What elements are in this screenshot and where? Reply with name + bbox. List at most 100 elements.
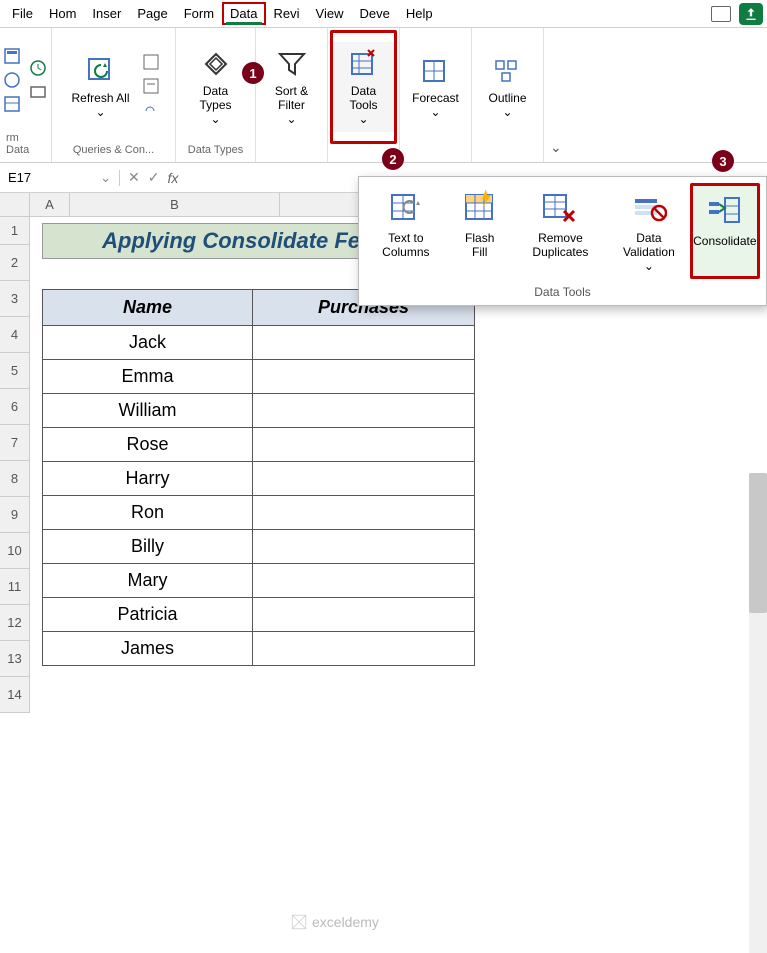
row-header[interactable]: 5 bbox=[0, 353, 30, 389]
ribbon-group-datatools: Data Tools ⌄ bbox=[328, 28, 400, 162]
cell-name[interactable]: William bbox=[43, 394, 253, 428]
chevron-down-icon: ⌄ bbox=[210, 112, 220, 126]
popup-group-label: Data Tools bbox=[359, 281, 766, 301]
chevron-down-icon: ⌄ bbox=[644, 259, 654, 273]
row-header[interactable]: 8 bbox=[0, 461, 30, 497]
cell-purchases[interactable] bbox=[253, 632, 475, 666]
cancel-icon[interactable]: ✕ bbox=[128, 169, 140, 186]
column-header[interactable]: B bbox=[70, 193, 280, 217]
data-types-button[interactable]: Data Types ⌄ bbox=[182, 42, 249, 132]
menu-data[interactable]: Data bbox=[222, 2, 265, 25]
menu-insert[interactable]: Inser bbox=[84, 2, 129, 25]
menu-review[interactable]: Revi bbox=[266, 2, 308, 25]
cell-purchases[interactable] bbox=[253, 496, 475, 530]
menu-developer[interactable]: Deve bbox=[351, 2, 397, 25]
ribbon-collapse-icon[interactable]: ⌄ bbox=[544, 133, 568, 162]
row-header[interactable]: 12 bbox=[0, 605, 30, 641]
watermark: exceldemy bbox=[290, 913, 379, 931]
step-badge-1: 1 bbox=[242, 62, 264, 84]
from-web-icon[interactable] bbox=[3, 71, 23, 91]
remove-duplicates-button[interactable]: Remove Duplicates bbox=[513, 183, 608, 279]
menu-help[interactable]: Help bbox=[398, 2, 441, 25]
data-tools-button[interactable]: Data Tools ⌄ bbox=[333, 42, 394, 132]
sort-filter-button[interactable]: Sort & Filter ⌄ bbox=[262, 42, 321, 132]
chevron-down-icon: ⌄ bbox=[286, 112, 296, 126]
group-label: Data Types bbox=[188, 142, 243, 158]
scrollbar-thumb[interactable] bbox=[749, 473, 767, 613]
cell-purchases[interactable] bbox=[253, 428, 475, 462]
data-validation-button[interactable]: Data Validation ⌄ bbox=[610, 183, 687, 279]
cell-name[interactable]: Billy bbox=[43, 530, 253, 564]
table-row: Billy bbox=[43, 530, 475, 564]
chevron-down-icon[interactable]: ⌄ bbox=[100, 170, 111, 186]
cell-purchases[interactable] bbox=[253, 462, 475, 496]
chevron-down-icon: ⌄ bbox=[502, 105, 512, 119]
consolidate-button[interactable]: Consolidate bbox=[690, 183, 760, 279]
cell-name[interactable]: Jack bbox=[43, 326, 253, 360]
menu-home[interactable]: Hom bbox=[41, 2, 84, 25]
row-header[interactable]: 3 bbox=[0, 281, 30, 317]
flash-fill-button[interactable]: Flash Fill bbox=[449, 183, 511, 279]
properties-icon[interactable] bbox=[142, 77, 162, 97]
menu-page[interactable]: Page bbox=[129, 2, 175, 25]
share-button[interactable] bbox=[739, 3, 763, 25]
cell-name[interactable]: Patricia bbox=[43, 598, 253, 632]
menu-file[interactable]: File bbox=[4, 2, 41, 25]
cell-purchases[interactable] bbox=[253, 564, 475, 598]
chevron-down-icon: ⌄ bbox=[95, 105, 105, 119]
cell-purchases[interactable] bbox=[253, 326, 475, 360]
recent-icon[interactable] bbox=[29, 59, 49, 79]
forecast-button[interactable]: Forecast ⌄ bbox=[406, 42, 465, 132]
row-header[interactable]: 6 bbox=[0, 389, 30, 425]
edit-links-icon[interactable] bbox=[142, 101, 162, 121]
row-headers: 1234567891011121314 bbox=[0, 217, 30, 713]
row-header[interactable]: 7 bbox=[0, 425, 30, 461]
column-header[interactable]: A bbox=[30, 193, 70, 217]
data-tools-popup: Text to Columns Flash Fill Remove Duplic… bbox=[358, 176, 767, 306]
row-header[interactable]: 4 bbox=[0, 317, 30, 353]
refresh-all-button[interactable]: Refresh All ⌄ bbox=[65, 42, 135, 132]
cell-purchases[interactable] bbox=[253, 598, 475, 632]
existing-icon[interactable] bbox=[29, 83, 49, 103]
row-header[interactable]: 1 bbox=[0, 217, 30, 245]
cell-name[interactable]: Mary bbox=[43, 564, 253, 598]
table-row: Emma bbox=[43, 360, 475, 394]
fx-icon[interactable]: fx bbox=[167, 170, 178, 186]
row-header[interactable]: 13 bbox=[0, 641, 30, 677]
queries-icon[interactable] bbox=[142, 53, 162, 73]
select-all-corner[interactable] bbox=[0, 193, 30, 217]
cell-purchases[interactable] bbox=[253, 530, 475, 564]
menu-view[interactable]: View bbox=[308, 2, 352, 25]
table-row: William bbox=[43, 394, 475, 428]
menu-formulas[interactable]: Form bbox=[176, 2, 222, 25]
cell-name[interactable]: Harry bbox=[43, 462, 253, 496]
get-data-icon[interactable] bbox=[3, 47, 23, 67]
from-table-icon[interactable] bbox=[3, 95, 23, 115]
name-box[interactable]: E17 ⌄ bbox=[0, 170, 120, 186]
row-header[interactable]: 11 bbox=[0, 569, 30, 605]
menu-bar: File Hom Inser Page Form Data Revi View … bbox=[0, 0, 767, 28]
row-header[interactable]: 2 bbox=[0, 245, 30, 281]
text-to-columns-button[interactable]: Text to Columns bbox=[365, 183, 447, 279]
ribbon-group-formdata: rm Data bbox=[0, 28, 52, 162]
table-row: Patricia bbox=[43, 598, 475, 632]
chevron-down-icon: ⌄ bbox=[358, 112, 368, 126]
ribbon: rm Data Refresh All ⌄ Queries & Con... D… bbox=[0, 28, 767, 163]
table-header-name: Name bbox=[43, 290, 253, 326]
cell-purchases[interactable] bbox=[253, 360, 475, 394]
ribbon-group-forecast: 2 Forecast ⌄ bbox=[400, 28, 472, 162]
cell-name[interactable]: Rose bbox=[43, 428, 253, 462]
step-badge-2: 2 bbox=[382, 148, 404, 170]
vertical-scrollbar[interactable] bbox=[749, 473, 767, 953]
row-header[interactable]: 10 bbox=[0, 533, 30, 569]
cell-name[interactable]: Emma bbox=[43, 360, 253, 394]
comments-icon[interactable] bbox=[711, 6, 731, 22]
row-header[interactable]: 9 bbox=[0, 497, 30, 533]
cell-name[interactable]: James bbox=[43, 632, 253, 666]
row-header[interactable]: 14 bbox=[0, 677, 30, 713]
outline-button[interactable]: Outline ⌄ bbox=[482, 42, 532, 132]
table-row: Rose bbox=[43, 428, 475, 462]
confirm-icon[interactable]: ✓ bbox=[148, 169, 160, 186]
cell-name[interactable]: Ron bbox=[43, 496, 253, 530]
cell-purchases[interactable] bbox=[253, 394, 475, 428]
